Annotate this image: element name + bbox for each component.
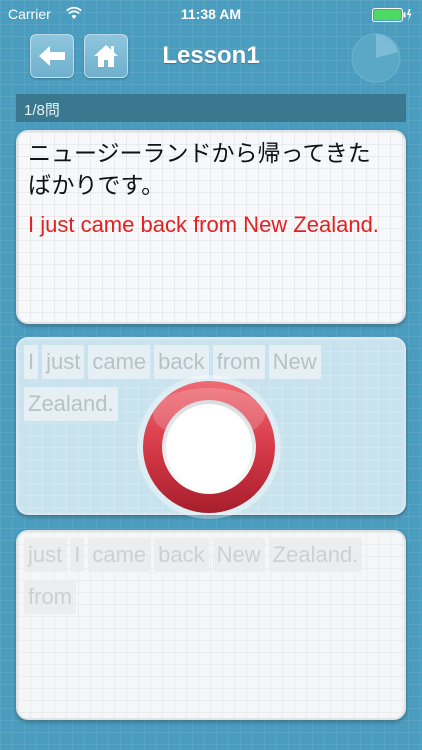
answer-word-tile[interactable]: I (24, 345, 39, 379)
word-choices-area: just I came back New Zealand. from (16, 530, 406, 720)
question-counter: 1/8問 (16, 94, 406, 122)
english-sentence: I just came back from New Zealand. (28, 212, 379, 237)
question-card: ニュージーランドから帰ってきたばかりです。 I just came back f… (16, 130, 406, 324)
choice-word-tile[interactable]: came (88, 538, 151, 572)
choice-word-tile[interactable]: Zealand. (268, 538, 363, 572)
status-bar: Carrier 11:38 AM (0, 0, 422, 30)
answer-word-tile[interactable]: Zealand. (24, 387, 118, 421)
choice-word-tile[interactable]: back (154, 538, 209, 572)
choice-word-tile[interactable]: I (70, 538, 85, 572)
battery-icon (372, 8, 412, 22)
choice-word-tile[interactable]: just (24, 538, 67, 572)
choice-word-tile[interactable]: from (24, 580, 76, 614)
japanese-sentence: ニュージーランドから帰ってきたばかりです。 (28, 141, 371, 199)
answer-word-tile[interactable]: just (42, 345, 85, 379)
correct-circle-icon (137, 375, 281, 519)
choice-word-tile[interactable]: New (212, 538, 265, 572)
clock: 11:38 AM (180, 6, 242, 22)
pie-timer-icon (351, 33, 401, 83)
nav-bar: Lesson1 (0, 30, 422, 86)
